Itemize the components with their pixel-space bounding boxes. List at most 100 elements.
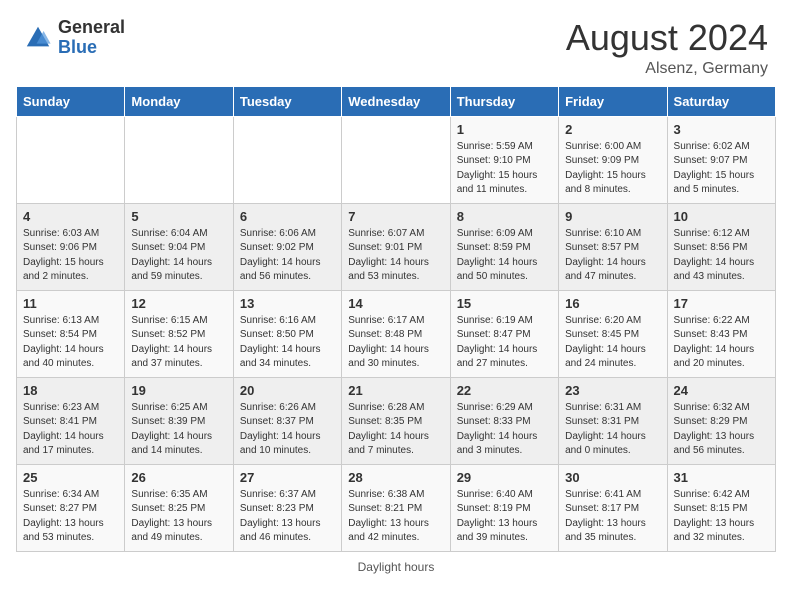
day-number: 10	[674, 209, 769, 224]
day-number: 21	[348, 383, 443, 398]
day-number: 19	[131, 383, 226, 398]
day-number: 30	[565, 470, 660, 485]
table-row: 2 Sunrise: 6:00 AMSunset: 9:09 PMDaylight…	[559, 116, 667, 203]
day-info: Sunrise: 6:40 AMSunset: 8:19 PMDaylight:…	[457, 489, 538, 544]
table-row: 17 Sunrise: 6:22 AMSunset: 8:43 PMDayligh…	[667, 290, 775, 377]
day-number: 13	[240, 296, 335, 311]
table-row: 20 Sunrise: 6:26 AMSunset: 8:37 PMDayligh…	[233, 377, 341, 464]
header-saturday: Saturday	[667, 86, 775, 116]
logo: General Blue	[24, 18, 125, 58]
table-row: 9 Sunrise: 6:10 AMSunset: 8:57 PMDaylight…	[559, 203, 667, 290]
day-info: Sunrise: 6:10 AMSunset: 8:57 PMDaylight:…	[565, 228, 646, 283]
table-row: 15 Sunrise: 6:19 AMSunset: 8:47 PMDayligh…	[450, 290, 558, 377]
day-info: Sunrise: 6:07 AMSunset: 9:01 PMDaylight:…	[348, 228, 429, 283]
day-number: 1	[457, 122, 552, 137]
day-info: Sunrise: 6:31 AMSunset: 8:31 PMDaylight:…	[565, 402, 646, 457]
header-friday: Friday	[559, 86, 667, 116]
table-row: 5 Sunrise: 6:04 AMSunset: 9:04 PMDaylight…	[125, 203, 233, 290]
calendar-week-row: 4 Sunrise: 6:03 AMSunset: 9:06 PMDaylight…	[17, 203, 776, 290]
day-info: Sunrise: 6:09 AMSunset: 8:59 PMDaylight:…	[457, 228, 538, 283]
day-number: 22	[457, 383, 552, 398]
table-row: 28Sunrise: 6:38 AMSunset: 8:21 PMDayligh…	[342, 464, 450, 551]
table-row: 31Sunrise: 6:42 AMSunset: 8:15 PMDayligh…	[667, 464, 775, 551]
header-wednesday: Wednesday	[342, 86, 450, 116]
day-info: Sunrise: 6:04 AMSunset: 9:04 PMDaylight:…	[131, 228, 212, 283]
day-number: 8	[457, 209, 552, 224]
day-info: Sunrise: 6:20 AMSunset: 8:45 PMDaylight:…	[565, 315, 646, 370]
calendar-week-row: 18 Sunrise: 6:23 AMSunset: 8:41 PMDayligh…	[17, 377, 776, 464]
table-row: 22 Sunrise: 6:29 AMSunset: 8:33 PMDayligh…	[450, 377, 558, 464]
day-number: 20	[240, 383, 335, 398]
month-title: August 2024	[566, 18, 768, 58]
table-row: 7 Sunrise: 6:07 AMSunset: 9:01 PMDaylight…	[342, 203, 450, 290]
day-number: 7	[348, 209, 443, 224]
day-number: 26	[131, 470, 226, 485]
table-row: 3 Sunrise: 6:02 AMSunset: 9:07 PMDaylight…	[667, 116, 775, 203]
logo-text-general: General	[58, 17, 125, 37]
day-info: Sunrise: 6:28 AMSunset: 8:35 PMDaylight:…	[348, 402, 429, 457]
day-info: Sunrise: 6:13 AMSunset: 8:54 PMDaylight:…	[23, 315, 104, 370]
calendar-table: Sunday Monday Tuesday Wednesday Thursday…	[16, 86, 776, 552]
day-number: 28	[348, 470, 443, 485]
day-info: Sunrise: 6:19 AMSunset: 8:47 PMDaylight:…	[457, 315, 538, 370]
header-thursday: Thursday	[450, 86, 558, 116]
table-row	[342, 116, 450, 203]
table-row: 4 Sunrise: 6:03 AMSunset: 9:06 PMDaylight…	[17, 203, 125, 290]
page-header: General Blue August 2024 Alsenz, Germany	[0, 0, 792, 86]
table-row: 24Sunrise: 6:32 AMSunset: 8:29 PMDayligh…	[667, 377, 775, 464]
day-info: Sunrise: 6:16 AMSunset: 8:50 PMDaylight:…	[240, 315, 321, 370]
day-number: 15	[457, 296, 552, 311]
table-row: 30 Sunrise: 6:41 AMSunset: 8:17 PMDayligh…	[559, 464, 667, 551]
day-number: 18	[23, 383, 118, 398]
table-row: 13 Sunrise: 6:16 AMSunset: 8:50 PMDayligh…	[233, 290, 341, 377]
day-info: Sunrise: 6:22 AMSunset: 8:43 PMDaylight:…	[674, 315, 755, 370]
day-number: 23	[565, 383, 660, 398]
table-row: 14Sunrise: 6:17 AMSunset: 8:48 PMDayligh…	[342, 290, 450, 377]
table-row: 6 Sunrise: 6:06 AMSunset: 9:02 PMDaylight…	[233, 203, 341, 290]
table-row	[233, 116, 341, 203]
day-info: Sunrise: 6:03 AMSunset: 9:06 PMDaylight:…	[23, 228, 104, 283]
calendar-week-row: 11Sunrise: 6:13 AMSunset: 8:54 PMDayligh…	[17, 290, 776, 377]
table-row: 18 Sunrise: 6:23 AMSunset: 8:41 PMDayligh…	[17, 377, 125, 464]
day-number: 5	[131, 209, 226, 224]
table-row: 29 Sunrise: 6:40 AMSunset: 8:19 PMDayligh…	[450, 464, 558, 551]
day-info: Sunrise: 6:41 AMSunset: 8:17 PMDaylight:…	[565, 489, 646, 544]
day-number: 29	[457, 470, 552, 485]
table-row: 8 Sunrise: 6:09 AMSunset: 8:59 PMDaylight…	[450, 203, 558, 290]
day-info: Sunrise: 6:12 AMSunset: 8:56 PMDaylight:…	[674, 228, 755, 283]
table-row: 21 Sunrise: 6:28 AMSunset: 8:35 PMDayligh…	[342, 377, 450, 464]
table-row: 25 Sunrise: 6:34 AMSunset: 8:27 PMDayligh…	[17, 464, 125, 551]
day-number: 25	[23, 470, 118, 485]
day-info: Sunrise: 6:15 AMSunset: 8:52 PMDaylight:…	[131, 315, 212, 370]
table-row: 27Sunrise: 6:37 AMSunset: 8:23 PMDayligh…	[233, 464, 341, 551]
day-number: 6	[240, 209, 335, 224]
day-number: 9	[565, 209, 660, 224]
day-number: 4	[23, 209, 118, 224]
day-info: Sunrise: 6:32 AMSunset: 8:29 PMDaylight:…	[674, 402, 755, 457]
day-number: 2	[565, 122, 660, 137]
day-info: Sunrise: 6:35 AMSunset: 8:25 PMDaylight:…	[131, 489, 212, 544]
day-info: Sunrise: 6:02 AMSunset: 9:07 PMDaylight:…	[674, 141, 755, 196]
day-info: Sunrise: 6:23 AMSunset: 8:41 PMDaylight:…	[23, 402, 104, 457]
header-tuesday: Tuesday	[233, 86, 341, 116]
day-info: Sunrise: 6:25 AMSunset: 8:39 PMDaylight:…	[131, 402, 212, 457]
table-row: 12 Sunrise: 6:15 AMSunset: 8:52 PMDayligh…	[125, 290, 233, 377]
day-info: Sunrise: 6:06 AMSunset: 9:02 PMDaylight:…	[240, 228, 321, 283]
header-sunday: Sunday	[17, 86, 125, 116]
day-info: Sunrise: 6:34 AMSunset: 8:27 PMDaylight:…	[23, 489, 104, 544]
table-row: 11Sunrise: 6:13 AMSunset: 8:54 PMDayligh…	[17, 290, 125, 377]
day-number: 31	[674, 470, 769, 485]
day-number: 12	[131, 296, 226, 311]
footer-note: Daylight hours	[16, 552, 776, 578]
day-info: Sunrise: 6:37 AMSunset: 8:23 PMDaylight:…	[240, 489, 321, 544]
day-number: 14	[348, 296, 443, 311]
day-info: Sunrise: 6:26 AMSunset: 8:37 PMDaylight:…	[240, 402, 321, 457]
day-number: 16	[565, 296, 660, 311]
day-number: 17	[674, 296, 769, 311]
calendar-week-row: 1Sunrise: 5:59 AMSunset: 9:10 PMDaylight…	[17, 116, 776, 203]
day-info: Sunrise: 6:29 AMSunset: 8:33 PMDaylight:…	[457, 402, 538, 457]
logo-icon	[24, 24, 52, 52]
table-row: 23 Sunrise: 6:31 AMSunset: 8:31 PMDayligh…	[559, 377, 667, 464]
day-info: Sunrise: 6:00 AMSunset: 9:09 PMDaylight:…	[565, 141, 646, 196]
day-number: 3	[674, 122, 769, 137]
